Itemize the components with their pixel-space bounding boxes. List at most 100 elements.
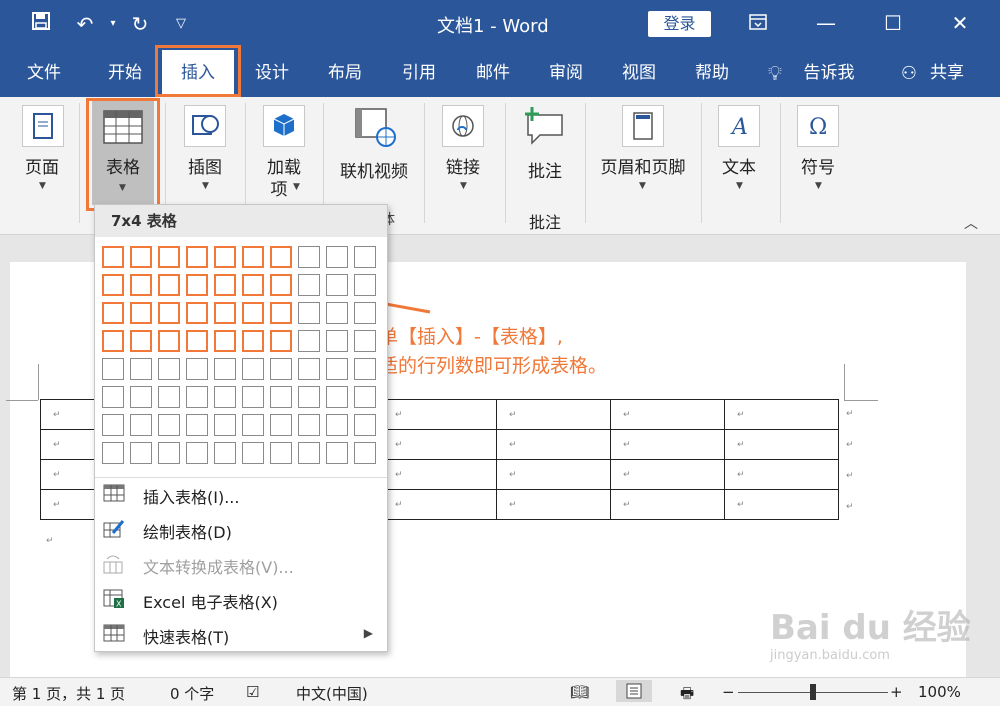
grid-cell[interactable]: [298, 414, 320, 436]
table-cell[interactable]: ↵: [382, 489, 497, 520]
header-footer-dropdown-icon[interactable]: ▼: [639, 181, 646, 191]
grid-cell[interactable]: [326, 386, 348, 408]
tab-review[interactable]: 审阅: [536, 50, 596, 97]
grid-cell[interactable]: [298, 386, 320, 408]
grid-cell[interactable]: [242, 442, 264, 464]
tab-file[interactable]: 文件: [14, 50, 74, 97]
grid-cell[interactable]: [298, 246, 320, 268]
ribbon-display-icon[interactable]: [738, 8, 778, 38]
table-cell[interactable]: ↵: [496, 489, 611, 520]
table-cell[interactable]: ↵: [724, 459, 839, 490]
table-cell[interactable]: ↵: [610, 429, 725, 460]
tab-mailings[interactable]: 邮件: [463, 50, 523, 97]
table-cell[interactable]: ↵: [496, 399, 611, 430]
grid-cell[interactable]: [102, 358, 124, 380]
grid-cell[interactable]: [326, 246, 348, 268]
grid-cell[interactable]: [354, 246, 376, 268]
grid-cell[interactable]: [102, 274, 124, 296]
tab-home[interactable]: 开始: [95, 50, 155, 97]
grid-cell[interactable]: [130, 246, 152, 268]
menu-insert-table[interactable]: 插入表格(I)...: [95, 477, 385, 511]
grid-cell[interactable]: [326, 330, 348, 352]
read-mode-icon[interactable]: 📖︎: [570, 683, 589, 701]
menu-quick-tables[interactable]: 快速表格(T) ▶: [95, 617, 385, 651]
table-cell[interactable]: ↵: [496, 429, 611, 460]
collapse-ribbon-icon[interactable]: ︿: [964, 213, 978, 233]
grid-cell[interactable]: [298, 330, 320, 352]
header-footer-icon[interactable]: [622, 105, 664, 147]
tab-design[interactable]: 设计: [242, 50, 302, 97]
table-cell[interactable]: ↵: [724, 489, 839, 520]
grid-cell[interactable]: [102, 302, 124, 324]
grid-cell[interactable]: [354, 274, 376, 296]
grid-cell[interactable]: [326, 442, 348, 464]
table-cell[interactable]: ↵: [610, 489, 725, 520]
grid-cell[interactable]: [242, 246, 264, 268]
grid-cell[interactable]: [186, 246, 208, 268]
grid-cell[interactable]: [130, 330, 152, 352]
grid-cell[interactable]: [242, 274, 264, 296]
undo-icon[interactable]: ↶: [72, 10, 98, 38]
addins-icon[interactable]: [263, 105, 305, 147]
illustrations-dropdown-icon[interactable]: ▼: [202, 181, 209, 191]
grid-cell[interactable]: [354, 442, 376, 464]
print-layout-icon[interactable]: [616, 680, 652, 702]
grid-cell[interactable]: [270, 274, 292, 296]
grid-cell[interactable]: [158, 330, 180, 352]
table-cell[interactable]: ↵: [610, 459, 725, 490]
illustrations-icon[interactable]: [184, 105, 226, 147]
close-icon[interactable]: ✕: [940, 8, 980, 38]
grid-cell[interactable]: [242, 414, 264, 436]
text-dropdown-icon[interactable]: ▼: [736, 181, 743, 191]
pages-icon[interactable]: [22, 105, 64, 147]
tab-help[interactable]: 帮助: [682, 50, 742, 97]
redo-icon[interactable]: ↻: [127, 10, 153, 38]
grid-cell[interactable]: [326, 274, 348, 296]
customize-qat-icon[interactable]: ▽: [168, 10, 194, 38]
grid-cell[interactable]: [102, 246, 124, 268]
grid-cell[interactable]: [186, 442, 208, 464]
menu-excel-spreadsheet[interactable]: X Excel 电子表格(X): [95, 582, 385, 616]
grid-cell[interactable]: [354, 302, 376, 324]
grid-cell[interactable]: [242, 330, 264, 352]
grid-cell[interactable]: [270, 386, 292, 408]
proofing-icon[interactable]: ☑: [246, 683, 259, 701]
zoom-level[interactable]: 100%: [918, 683, 961, 701]
grid-cell[interactable]: [326, 358, 348, 380]
grid-cell[interactable]: [158, 246, 180, 268]
pages-dropdown-icon[interactable]: ▼: [39, 181, 46, 191]
zoom-slider-thumb[interactable]: [810, 684, 816, 700]
table-cell[interactable]: ↵: [496, 459, 611, 490]
grid-cell[interactable]: [270, 330, 292, 352]
tell-me-search[interactable]: 告诉我: [796, 50, 862, 97]
share-button[interactable]: 共享: [922, 50, 972, 97]
grid-cell[interactable]: [270, 358, 292, 380]
grid-cell[interactable]: [102, 442, 124, 464]
table-cell[interactable]: ↵: [382, 399, 497, 430]
grid-cell[interactable]: [130, 358, 152, 380]
grid-cell[interactable]: [242, 302, 264, 324]
grid-cell[interactable]: [158, 442, 180, 464]
grid-cell[interactable]: [130, 386, 152, 408]
grid-cell[interactable]: [186, 330, 208, 352]
grid-cell[interactable]: [102, 330, 124, 352]
tab-view[interactable]: 视图: [609, 50, 669, 97]
grid-cell[interactable]: [214, 302, 236, 324]
grid-cell[interactable]: [214, 442, 236, 464]
grid-cell[interactable]: [102, 386, 124, 408]
grid-cell[interactable]: [186, 358, 208, 380]
table-cell[interactable]: ↵: [610, 399, 725, 430]
grid-cell[interactable]: [158, 358, 180, 380]
grid-cell[interactable]: [354, 330, 376, 352]
undo-dropdown-icon[interactable]: ▾: [100, 10, 126, 38]
save-icon[interactable]: [28, 10, 54, 38]
grid-cell[interactable]: [214, 414, 236, 436]
grid-cell[interactable]: [270, 302, 292, 324]
text-icon[interactable]: A: [718, 105, 760, 147]
link-icon[interactable]: [442, 105, 484, 147]
table-cell[interactable]: ↵: [382, 429, 497, 460]
grid-cell[interactable]: [298, 358, 320, 380]
grid-cell[interactable]: [102, 414, 124, 436]
grid-cell[interactable]: [158, 302, 180, 324]
zoom-out-button[interactable]: −: [722, 683, 735, 701]
